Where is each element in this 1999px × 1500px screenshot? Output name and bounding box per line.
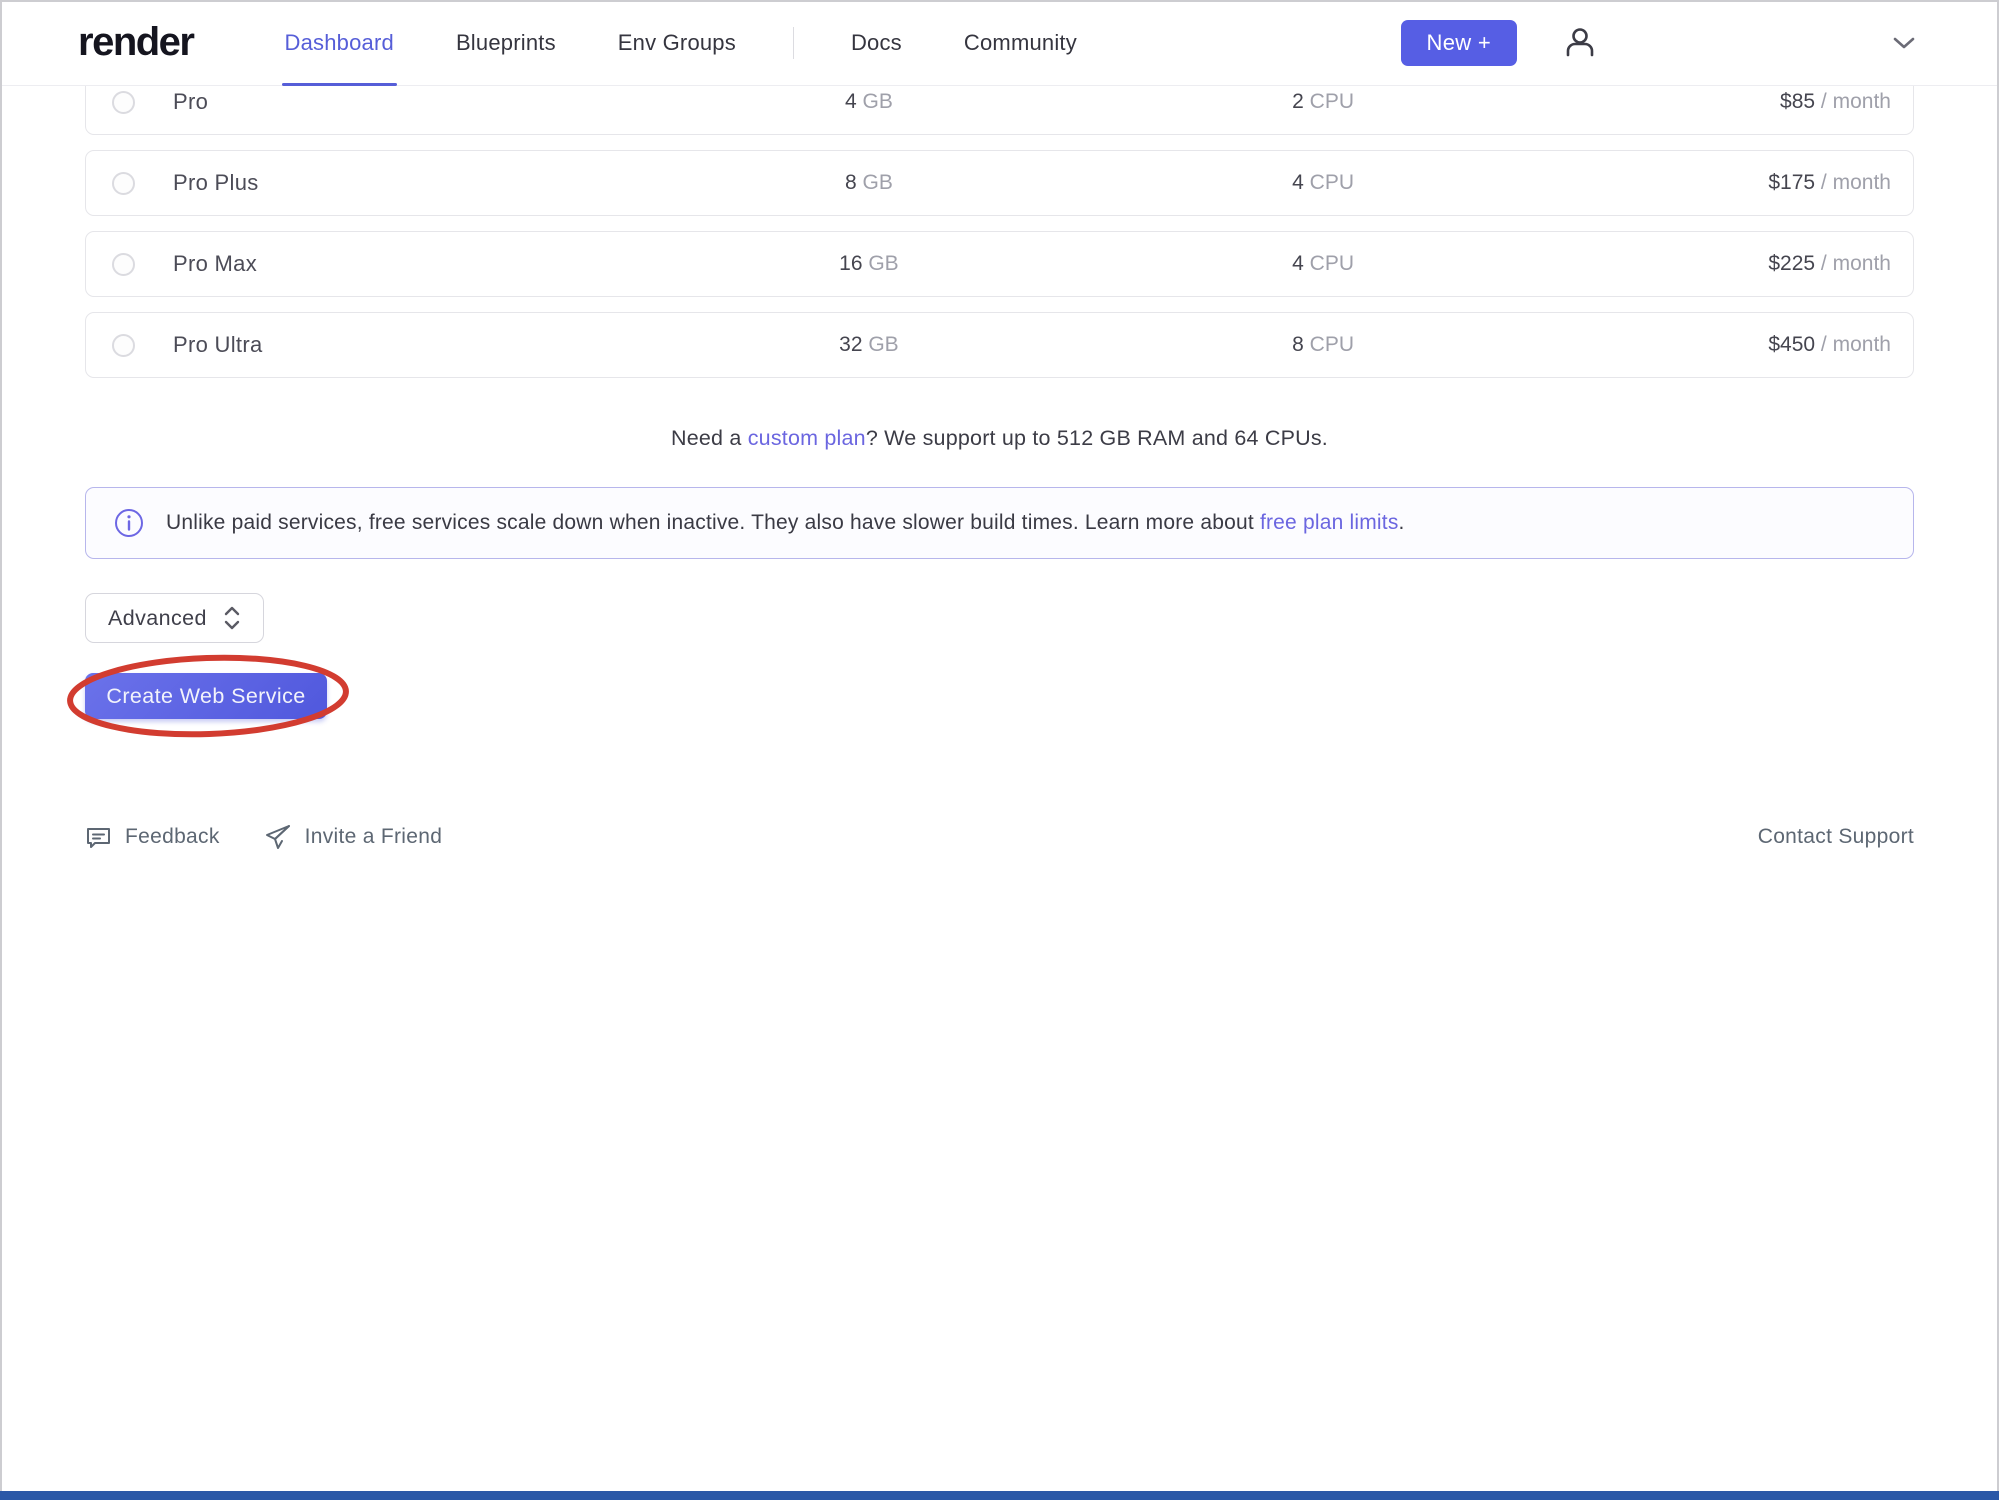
chevron-down-icon <box>1891 35 1917 51</box>
plan-radio[interactable] <box>112 91 135 114</box>
main-nav: Dashboard Blueprints Env Groups Docs Com… <box>254 0 1108 86</box>
up-down-chevrons-icon <box>223 605 241 631</box>
plan-price: $85 / month <box>1555 90 1893 114</box>
plan-table: Pro 4 GB 2 CPU $85 / month Pro Plus 8 GB… <box>0 86 1999 393</box>
plan-radio[interactable] <box>112 334 135 357</box>
feedback-label: Feedback <box>125 825 220 849</box>
plan-ram: 32 GB <box>646 333 1091 357</box>
plan-radio[interactable] <box>112 172 135 195</box>
info-icon <box>114 508 144 538</box>
advanced-label: Advanced <box>108 606 207 631</box>
feedback-button[interactable]: Feedback <box>85 824 220 851</box>
new-button[interactable]: New + <box>1401 20 1517 66</box>
custom-plan-note: Need a custom plan? We support up to 512… <box>0 426 1999 451</box>
invite-label: Invite a Friend <box>305 825 443 849</box>
plan-price: $225 / month <box>1555 252 1893 276</box>
contact-support-link[interactable]: Contact Support <box>1758 825 1914 849</box>
nav-item-docs[interactable]: Docs <box>820 0 933 86</box>
custom-plan-link[interactable]: custom plan <box>748 426 866 450</box>
plan-price: $175 / month <box>1555 171 1893 195</box>
feedback-icon <box>85 824 112 851</box>
nav-item-env-groups[interactable]: Env Groups <box>587 0 767 86</box>
account-menu-toggle[interactable] <box>1891 35 1917 51</box>
create-web-service-button[interactable]: Create Web Service <box>85 673 327 719</box>
paper-plane-icon <box>264 823 292 851</box>
plan-row-pro-plus[interactable]: Pro Plus 8 GB 4 CPU $175 / month <box>85 150 1914 216</box>
bottom-blue-bar <box>0 1491 1999 1500</box>
plan-name: Pro <box>173 89 208 115</box>
info-banner-text: Unlike paid services, free services scal… <box>166 511 1405 535</box>
plan-row-pro[interactable]: Pro 4 GB 2 CPU $85 / month <box>85 86 1914 135</box>
invite-friend-button[interactable]: Invite a Friend <box>264 823 443 851</box>
plan-radio[interactable] <box>112 253 135 276</box>
top-nav: render Dashboard Blueprints Env Groups D… <box>0 0 1999 86</box>
plan-price: $450 / month <box>1555 333 1893 357</box>
plan-ram: 4 GB <box>646 90 1091 114</box>
plan-name: Pro Ultra <box>173 332 263 358</box>
advanced-toggle[interactable]: Advanced <box>85 593 264 643</box>
plan-cpu: 8 CPU <box>1092 333 1555 357</box>
create-service-area: Create Web Service <box>80 671 380 721</box>
plan-row-pro-ultra[interactable]: Pro Ultra 32 GB 8 CPU $450 / month <box>85 312 1914 378</box>
plan-row-pro-max[interactable]: Pro Max 16 GB 4 CPU $225 / month <box>85 231 1914 297</box>
plan-cpu: 4 CPU <box>1092 252 1555 276</box>
user-avatar-button[interactable] <box>1561 24 1599 62</box>
plan-name: Pro Plus <box>173 170 259 196</box>
plan-name: Pro Max <box>173 251 257 277</box>
nav-divider <box>793 27 794 59</box>
nav-item-blueprints[interactable]: Blueprints <box>425 0 587 86</box>
plan-ram: 16 GB <box>646 252 1091 276</box>
nav-item-dashboard[interactable]: Dashboard <box>254 0 425 86</box>
free-plan-limits-link[interactable]: free plan limits <box>1260 511 1399 534</box>
render-logo[interactable]: render <box>78 20 194 65</box>
instance-type-section: Pro 4 GB 2 CPU $85 / month Pro Plus 8 GB… <box>0 86 1999 851</box>
plan-ram: 8 GB <box>646 171 1091 195</box>
free-plan-info-banner: Unlike paid services, free services scal… <box>85 487 1914 559</box>
plan-cpu: 2 CPU <box>1092 90 1555 114</box>
user-icon <box>1561 24 1599 62</box>
nav-item-community[interactable]: Community <box>933 0 1108 86</box>
page-footer: Feedback Invite a Friend Contact Support <box>85 823 1914 851</box>
plan-cpu: 4 CPU <box>1092 171 1555 195</box>
